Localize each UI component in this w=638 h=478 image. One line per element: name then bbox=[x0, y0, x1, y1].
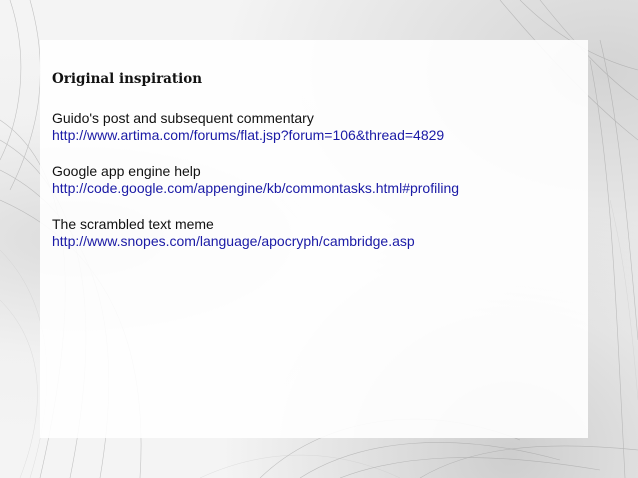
page-title: Original inspiration bbox=[52, 71, 203, 87]
slide: Original inspiration Guido's post and su… bbox=[0, 0, 638, 478]
list-item: The scrambled text meme http://www.snope… bbox=[52, 216, 582, 250]
entry-link[interactable]: http://www.snopes.com/language/apocryph/… bbox=[52, 233, 582, 250]
entry-title: Guido's post and subsequent commentary bbox=[52, 110, 314, 126]
entry-link[interactable]: http://www.artima.com/forums/flat.jsp?fo… bbox=[52, 127, 582, 144]
entry-title: The scrambled text meme bbox=[52, 216, 214, 232]
list-item: Google app engine help http://code.googl… bbox=[52, 163, 582, 197]
list-item: Guido's post and subsequent commentary h… bbox=[52, 110, 582, 144]
content-area: Original inspiration Guido's post and su… bbox=[52, 70, 582, 269]
entry-link[interactable]: http://code.google.com/appengine/kb/comm… bbox=[52, 180, 582, 197]
entry-title: Google app engine help bbox=[52, 163, 201, 179]
